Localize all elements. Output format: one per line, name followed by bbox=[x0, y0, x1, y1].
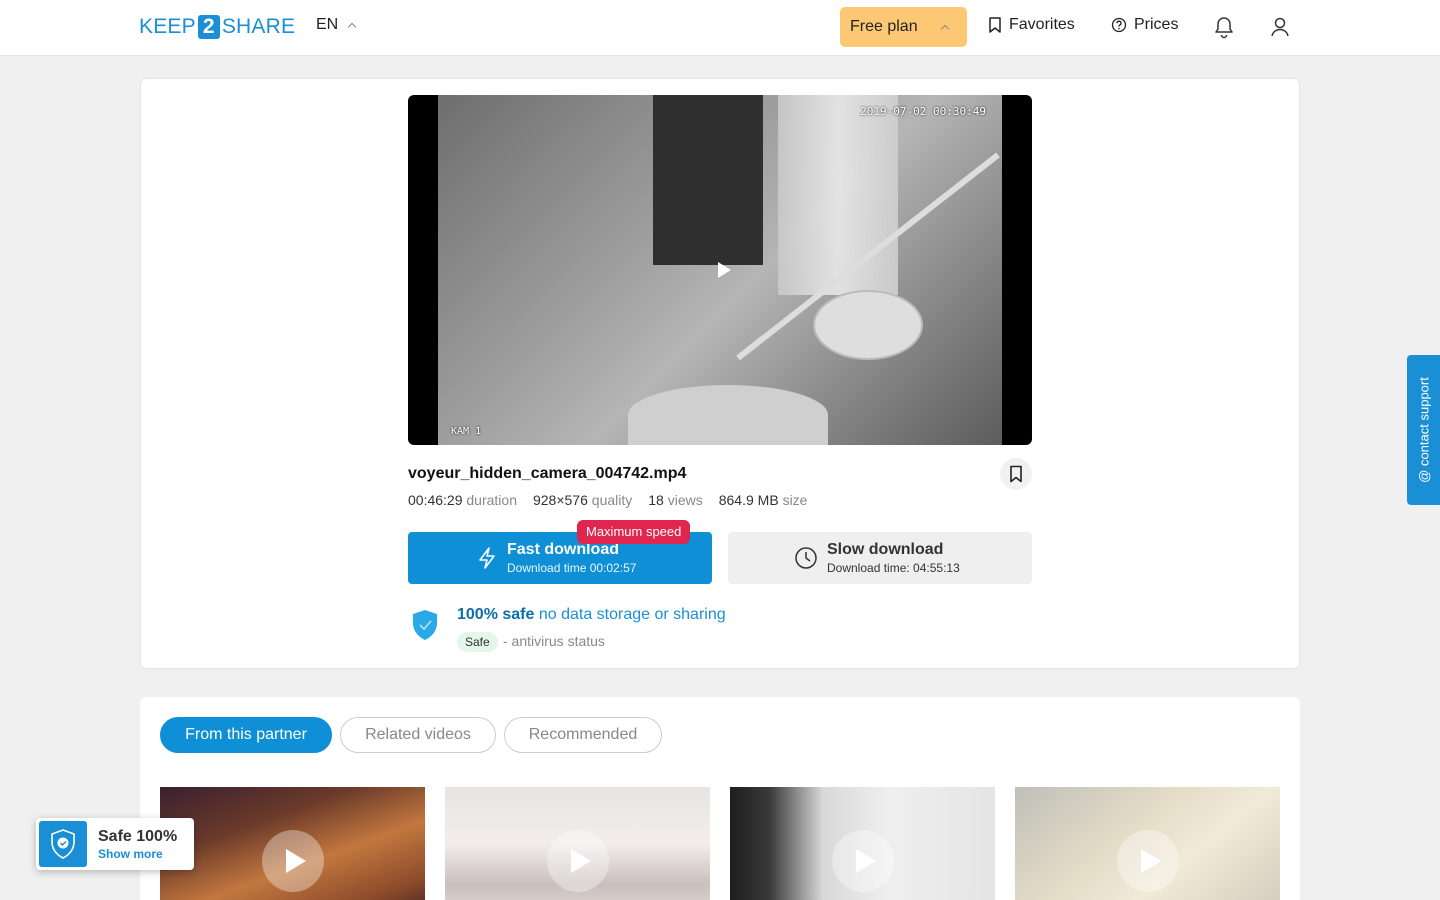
slow-download-time: Download time: 04:55:13 bbox=[827, 561, 960, 575]
chevron-up-icon bbox=[941, 23, 949, 31]
size-value: 864.9 MB bbox=[718, 492, 779, 508]
clock-icon bbox=[795, 547, 817, 569]
video-thumbnail[interactable] bbox=[160, 787, 425, 900]
contact-support-label: @ contact support bbox=[1416, 377, 1431, 483]
language-selector[interactable]: EN bbox=[316, 16, 356, 34]
play-icon[interactable] bbox=[832, 830, 894, 892]
prices-link[interactable]: Prices bbox=[1111, 16, 1178, 34]
maximum-speed-badge: Maximum speed bbox=[577, 520, 691, 544]
camera-label: KAM 1 bbox=[451, 426, 482, 437]
video-thumbnail[interactable] bbox=[1015, 787, 1280, 900]
size-unit: size bbox=[782, 492, 808, 508]
language-label: EN bbox=[316, 16, 339, 33]
meta-quality: 928×576 quality bbox=[533, 492, 632, 508]
file-meta: 00:46:29 duration 928×576 quality 18 vie… bbox=[408, 492, 807, 508]
bookmark-icon bbox=[1010, 465, 1022, 483]
quality-unit: quality bbox=[591, 492, 633, 508]
duration-unit: duration bbox=[466, 492, 517, 508]
question-circle-icon bbox=[1111, 17, 1127, 33]
keep2share-logo[interactable]: KEEP 2 SHARE bbox=[139, 14, 295, 40]
bookmark-button[interactable] bbox=[1000, 458, 1032, 490]
prices-label: Prices bbox=[1134, 16, 1179, 33]
show-more-link[interactable]: Show more bbox=[98, 847, 163, 861]
duration-value: 00:46:29 bbox=[408, 492, 463, 508]
logo-text-2: 2 bbox=[197, 15, 220, 39]
slow-download-button[interactable]: Slow download Download time: 04:55:13 bbox=[728, 532, 1032, 584]
scene-sink bbox=[813, 290, 923, 360]
safety-bold: 100% safe bbox=[457, 606, 535, 623]
user-icon[interactable] bbox=[1269, 15, 1291, 39]
logo-text-share: SHARE bbox=[221, 15, 296, 38]
bell-icon[interactable] bbox=[1213, 15, 1235, 39]
quality-value: 928×576 bbox=[532, 492, 588, 508]
top-header: KEEP 2 SHARE EN Free plan Favorites Prices bbox=[0, 0, 1440, 56]
logo-text-keep: KEEP bbox=[139, 15, 196, 38]
meta-duration: 00:46:29 duration bbox=[408, 492, 517, 508]
bookmark-icon bbox=[989, 17, 1001, 33]
safety-statement: 100% safe no data storage or sharing bbox=[457, 606, 726, 624]
video-player[interactable]: 2019-07-02 00:30:49 KAM 1 bbox=[408, 95, 1032, 445]
video-thumbnail[interactable] bbox=[730, 787, 995, 900]
play-icon[interactable] bbox=[262, 830, 324, 892]
free-plan-label: Free plan bbox=[850, 18, 918, 35]
meta-views: 18 views bbox=[648, 492, 702, 508]
shield-box bbox=[39, 821, 87, 867]
antivirus-status: - antivirus status bbox=[503, 633, 605, 649]
views-value: 18 bbox=[648, 492, 664, 508]
chevron-up-icon bbox=[348, 21, 356, 29]
favorites-label: Favorites bbox=[1009, 16, 1075, 33]
video-timestamp: 2019-07-02 00:30:49 bbox=[860, 105, 986, 118]
play-icon[interactable] bbox=[547, 830, 609, 892]
play-icon[interactable] bbox=[713, 260, 733, 280]
meta-size: 864.9 MB size bbox=[719, 492, 808, 508]
scene-curtain bbox=[778, 95, 898, 295]
slow-download-title: Slow download bbox=[827, 541, 944, 558]
video-thumbnail[interactable] bbox=[445, 787, 710, 900]
scene-tub bbox=[628, 385, 828, 445]
safe-widget-title: Safe 100% bbox=[98, 828, 178, 845]
tab-from-this-partner[interactable]: From this partner bbox=[160, 717, 332, 753]
fast-download-time: Download time 00:02:57 bbox=[507, 561, 637, 575]
play-icon[interactable] bbox=[1117, 830, 1179, 892]
contact-support-tab[interactable]: @ contact support bbox=[1407, 355, 1440, 505]
scene-door bbox=[653, 95, 763, 265]
lightning-icon bbox=[479, 547, 495, 569]
tab-related-videos[interactable]: Related videos bbox=[340, 717, 496, 753]
antivirus-safe-chip: Safe bbox=[457, 632, 498, 652]
safety-rest: no data storage or sharing bbox=[538, 606, 726, 623]
free-plan-button[interactable]: Free plan bbox=[840, 7, 967, 47]
shield-check-icon bbox=[51, 829, 75, 859]
tab-recommended[interactable]: Recommended bbox=[504, 717, 662, 753]
file-name: voyeur_hidden_camera_004742.mp4 bbox=[408, 465, 687, 482]
favorites-link[interactable]: Favorites bbox=[988, 16, 1075, 34]
shield-check-icon bbox=[413, 610, 437, 640]
safe-widget[interactable]: Safe 100% Show more bbox=[36, 818, 194, 870]
views-unit: views bbox=[667, 492, 703, 508]
